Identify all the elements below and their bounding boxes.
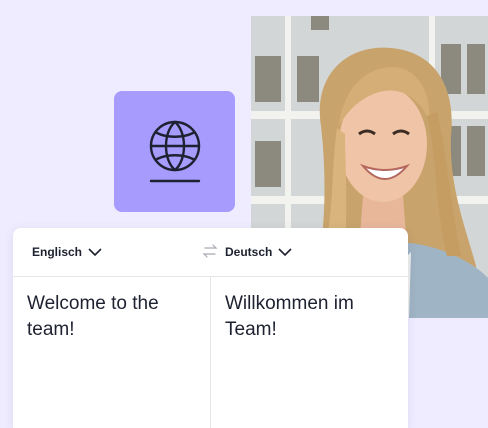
language-bar: Englisch Deutsch [13, 228, 408, 277]
target-language-label: Deutsch [225, 245, 273, 259]
swap-arrows-icon[interactable] [202, 243, 218, 259]
globe-tile [114, 91, 235, 212]
source-text[interactable]: Welcome to the team! [27, 291, 187, 343]
source-language-label: Englisch [32, 245, 83, 259]
chevron-down-icon [88, 247, 102, 257]
chevron-down-icon [278, 247, 292, 257]
target-language-select[interactable]: Deutsch [225, 245, 292, 259]
translation-panes: Welcome to the team! Willkommen im Team! [13, 277, 408, 428]
target-text: Willkommen im Team! [225, 293, 354, 340]
source-language-select[interactable]: Englisch [32, 245, 102, 259]
translator-card: Englisch Deutsch Welcome to the team! Wi… [13, 228, 408, 428]
pane-divider [210, 277, 211, 428]
globe-icon [149, 120, 200, 182]
